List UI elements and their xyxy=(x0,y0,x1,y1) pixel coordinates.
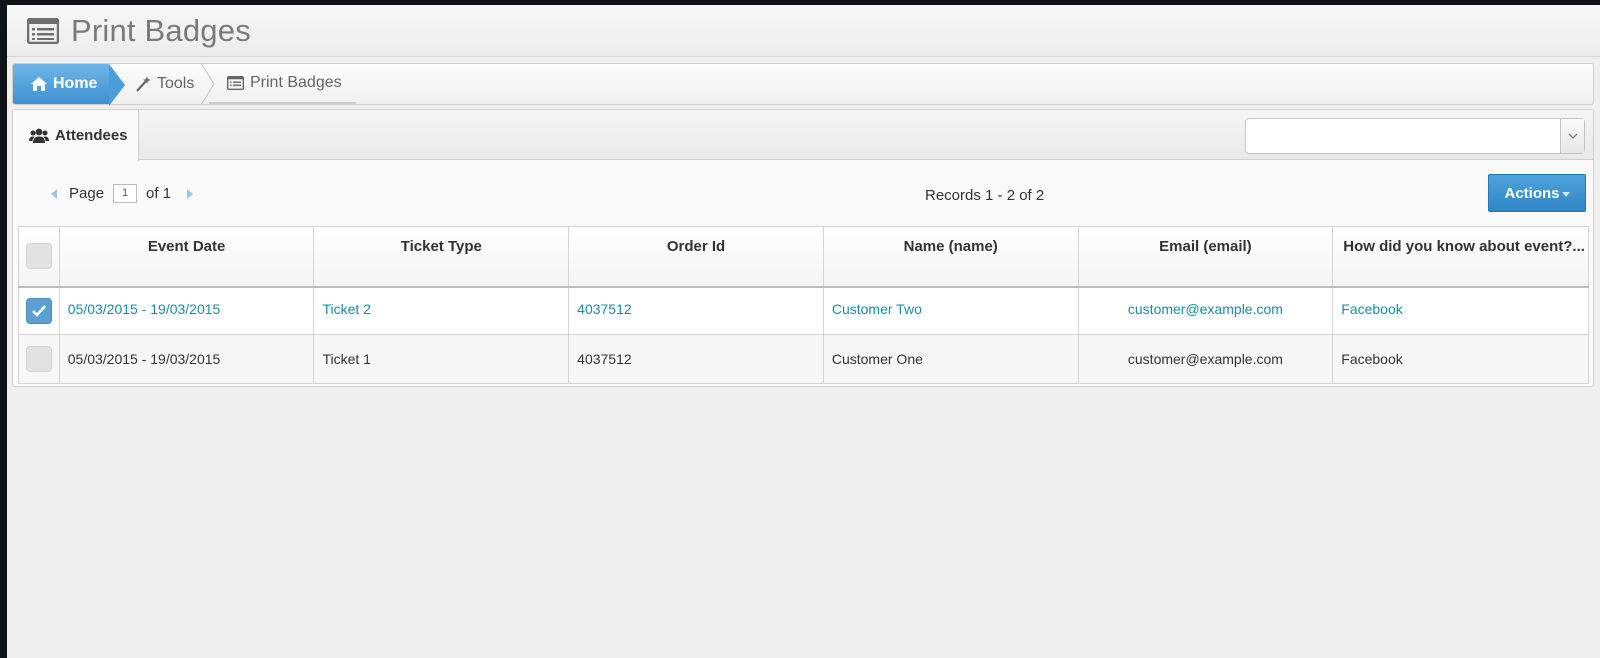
row-checkbox-cell xyxy=(18,334,60,384)
cell-event-date: 05/03/2015 - 19/03/2015 xyxy=(58,334,315,384)
breadcrumb-home[interactable]: Home xyxy=(13,64,125,106)
grid-toolbar: Page 1 of 1 Records 1 - 2 of 2 Actions xyxy=(13,160,1593,225)
table-row[interactable]: 05/03/2015 - 19/03/2015 Ticket 2 4037512… xyxy=(18,286,1589,335)
cell-name: Customer Two xyxy=(822,286,1079,335)
select-all-cell xyxy=(18,226,60,288)
breadcrumb-print-badges[interactable]: Print Badges xyxy=(209,64,356,104)
app-window: Print Badges Home Tools Print Badges Att… xyxy=(7,5,1600,658)
cell-email: customer@example.com xyxy=(1077,286,1334,335)
cell-order-id: 4037512 xyxy=(568,334,824,384)
row-checkbox[interactable] xyxy=(25,346,52,372)
actions-button[interactable]: Actions xyxy=(1488,174,1586,212)
column-header-how-did-you-know[interactable]: How did you know about event?... xyxy=(1332,226,1589,288)
column-header-ticket-type[interactable]: Ticket Type xyxy=(313,226,570,288)
breadcrumb: Home Tools Print Badges xyxy=(12,63,1594,106)
cell-order-id: 4037512 xyxy=(568,286,824,335)
column-header-email[interactable]: Email (email) xyxy=(1077,226,1334,288)
list-icon xyxy=(227,76,244,90)
column-header-order-id[interactable]: Order Id xyxy=(568,226,824,288)
cell-email: customer@example.com xyxy=(1077,334,1334,384)
cell-ticket-type: Ticket 1 xyxy=(313,334,570,384)
cell-how-did-you-know: Facebook xyxy=(1332,286,1589,335)
page-count-label: of 1 xyxy=(146,185,172,202)
grid-header-row: Event Date Ticket Type Order Id Name (na… xyxy=(18,226,1589,288)
caret-down-icon xyxy=(1561,191,1570,197)
table-row[interactable]: 05/03/2015 - 19/03/2015 Ticket 1 4037512… xyxy=(18,334,1589,384)
actions-button-label: Actions xyxy=(1504,184,1560,202)
page-header: Print Badges xyxy=(7,5,1600,57)
breadcrumb-tools[interactable]: Tools xyxy=(109,63,215,105)
breadcrumb-tools-label: Tools xyxy=(157,75,195,92)
attendees-grid: Event Date Ticket Type Order Id Name (na… xyxy=(18,226,1589,384)
tab-attendees-label: Attendees xyxy=(55,127,128,144)
cell-how-did-you-know: Facebook xyxy=(1332,334,1589,384)
checkmark-icon xyxy=(31,305,46,318)
column-header-name[interactable]: Name (name) xyxy=(822,226,1079,288)
wand-icon xyxy=(136,76,151,92)
next-page-icon[interactable] xyxy=(185,188,195,200)
page-label: Page xyxy=(69,185,105,202)
page-number-input[interactable]: 1 xyxy=(113,184,138,203)
tab-attendees[interactable]: Attendees xyxy=(13,110,139,161)
tab-bar: Attendees xyxy=(13,110,1593,161)
filter-select[interactable] xyxy=(1245,118,1585,154)
cell-event-date: 05/03/2015 - 19/03/2015 xyxy=(58,286,315,335)
row-checkbox-cell xyxy=(18,286,60,335)
row-checkbox-checked[interactable] xyxy=(25,297,52,324)
cell-name: Customer One xyxy=(822,334,1079,384)
chevron-down-icon[interactable] xyxy=(1560,119,1584,153)
cell-ticket-type: Ticket 2 xyxy=(313,286,570,335)
page-title: Print Badges xyxy=(71,12,251,48)
breadcrumb-print-badges-label: Print Badges xyxy=(250,74,342,91)
list-icon xyxy=(27,17,59,44)
breadcrumb-home-label: Home xyxy=(53,75,98,92)
home-icon xyxy=(31,77,47,91)
prev-page-icon[interactable] xyxy=(49,188,59,200)
users-icon xyxy=(29,128,49,143)
attendees-panel: Attendees Page 1 of 1 Records 1 - 2 of 2… xyxy=(12,109,1594,387)
pager: Page 1 of 1 xyxy=(49,184,195,203)
column-header-event-date[interactable]: Event Date xyxy=(58,226,315,288)
records-count: Records 1 - 2 of 2 xyxy=(925,187,1045,204)
select-all-checkbox[interactable] xyxy=(25,243,52,270)
